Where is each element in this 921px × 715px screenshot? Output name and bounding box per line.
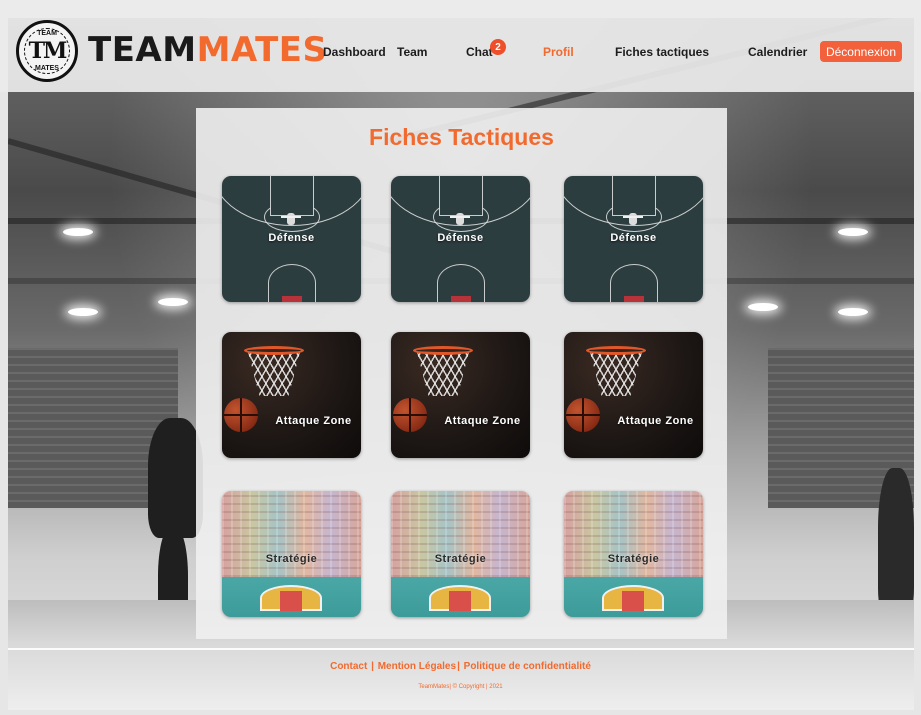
tactic-card-strategie[interactable]: Stratégie bbox=[391, 491, 530, 617]
top-navigation-bar: TEAM TM MATES TEAMMATES Dashboard Team C… bbox=[0, 0, 921, 92]
basketball-net-icon bbox=[248, 352, 300, 396]
brand-part-team: TEAM bbox=[88, 30, 197, 70]
tactic-card-label: Stratégie bbox=[607, 553, 660, 565]
tactic-card-defense[interactable]: Défense bbox=[391, 176, 530, 302]
tactic-card-label: Attaque Zone bbox=[617, 415, 694, 427]
logo-badge-bottom-text: MATES bbox=[35, 65, 59, 72]
tactic-card-strategie[interactable]: Stratégie bbox=[564, 491, 703, 617]
footer-links: Contact | Mention Légales| Politique de … bbox=[0, 661, 921, 672]
tactic-card-label: Stratégie bbox=[434, 553, 487, 565]
nav-chat[interactable]: Chat bbox=[466, 45, 493, 59]
nav-profil[interactable]: Profil bbox=[543, 45, 574, 59]
nav-team[interactable]: Team bbox=[397, 45, 427, 59]
nav-fiches-tactiques[interactable]: Fiches tactiques bbox=[615, 45, 709, 59]
tactic-card-attaque-zone[interactable]: Attaque Zone bbox=[222, 332, 361, 458]
brand-part-mates: MATES bbox=[196, 30, 328, 70]
tactic-card-strategie[interactable]: Stratégie bbox=[222, 491, 361, 617]
tactic-card-defense[interactable]: Défense bbox=[222, 176, 361, 302]
page-title: Fiches Tactiques bbox=[369, 124, 554, 150]
player-figure-icon bbox=[281, 213, 301, 225]
logout-button[interactable]: Déconnexion bbox=[820, 41, 902, 62]
footer-contact-link[interactable]: Contact bbox=[330, 661, 367, 672]
footer-separator: | bbox=[371, 661, 374, 672]
tactic-card-label: Attaque Zone bbox=[444, 415, 521, 427]
footer-privacy-link[interactable]: Politique de confidentialité bbox=[464, 661, 591, 672]
tactic-card-attaque-zone[interactable]: Attaque Zone bbox=[391, 332, 530, 458]
tactic-card-label: Défense bbox=[268, 232, 315, 244]
tactic-card-label: Stratégie bbox=[265, 553, 318, 565]
player-figure-icon bbox=[623, 213, 643, 225]
player-figure-icon bbox=[450, 213, 470, 225]
footer-mentions-link[interactable]: Mention Légales bbox=[378, 661, 456, 672]
footer-separator: | bbox=[457, 661, 460, 672]
logo-badge-top-text: TEAM bbox=[37, 30, 57, 37]
basketball-net-icon bbox=[590, 352, 642, 396]
tactic-card-label: Défense bbox=[610, 232, 657, 244]
chat-notification-badge: 2 bbox=[490, 39, 506, 55]
tactic-card-label: Défense bbox=[437, 232, 484, 244]
nav-dashboard[interactable]: Dashboard bbox=[323, 45, 386, 59]
tactics-panel: Fiches Tactiques Défense Défense Défense… bbox=[196, 108, 727, 639]
page: TEAM TM MATES TEAMMATES Dashboard Team C… bbox=[0, 0, 921, 715]
footer-copyright: TeamMates| © Copyright | 2021 bbox=[418, 684, 503, 690]
team-logo-icon[interactable]: TEAM TM MATES bbox=[16, 20, 78, 82]
brand-wordmark[interactable]: TEAMMATES bbox=[88, 30, 328, 70]
nav-calendrier[interactable]: Calendrier bbox=[748, 45, 807, 59]
tactic-card-label: Attaque Zone bbox=[275, 415, 352, 427]
basketball-net-icon bbox=[417, 352, 469, 396]
tactic-card-defense[interactable]: Défense bbox=[564, 176, 703, 302]
tactic-card-attaque-zone[interactable]: Attaque Zone bbox=[564, 332, 703, 458]
logo-monogram: TM bbox=[28, 38, 68, 64]
